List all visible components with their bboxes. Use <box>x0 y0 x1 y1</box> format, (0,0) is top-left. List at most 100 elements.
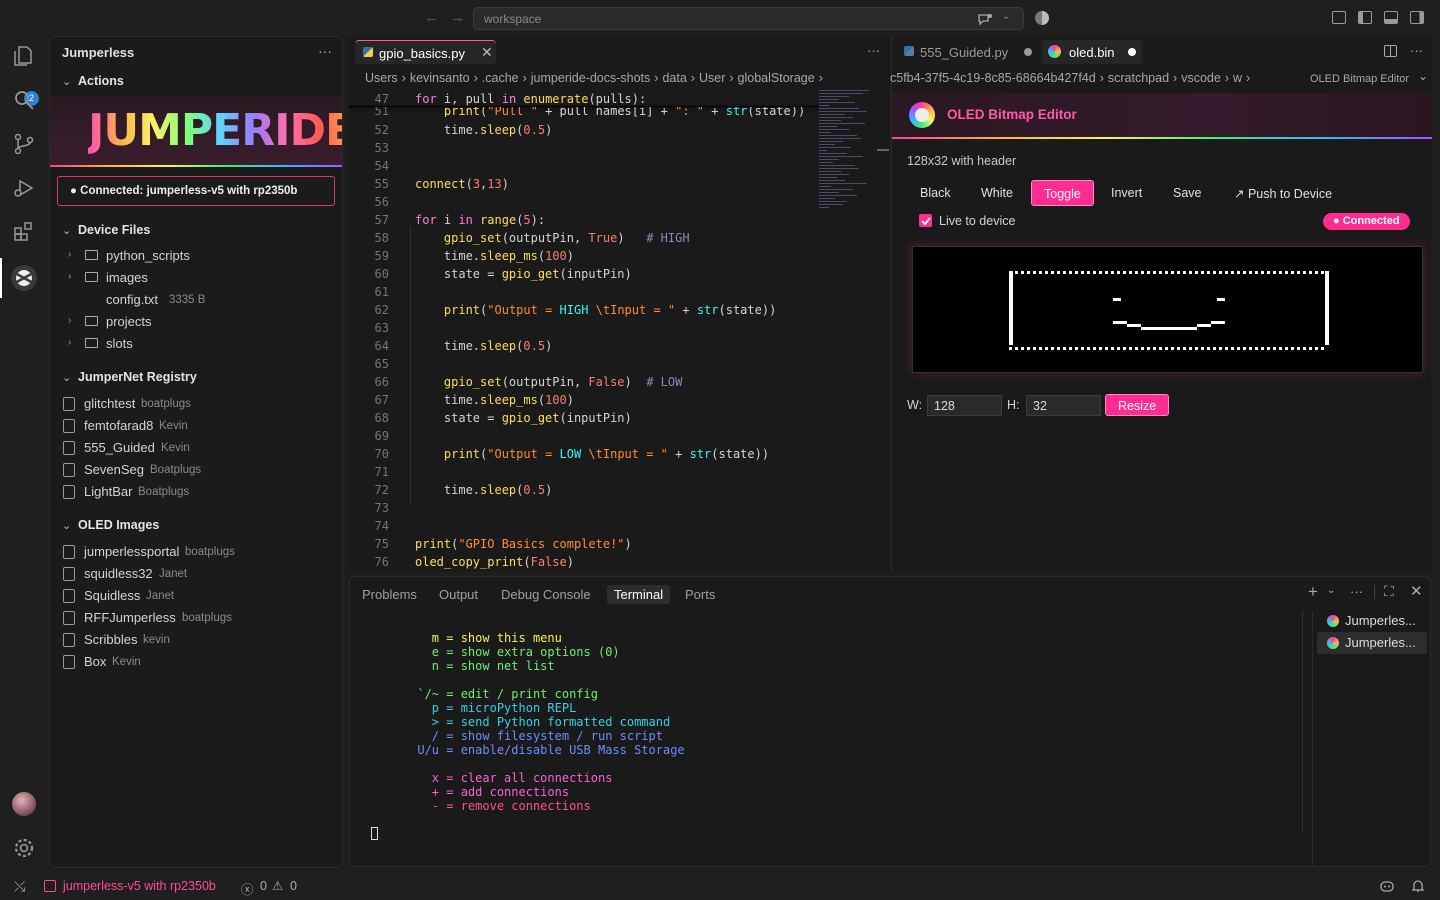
tab-problems[interactable]: Problems <box>355 585 424 604</box>
breadcrumb-item[interactable]: scratchpad <box>1108 71 1169 85</box>
warnings-icon[interactable]: ⚠ <box>272 878 283 893</box>
close-panel-icon[interactable]: ✕ <box>1410 582 1423 600</box>
forward-arrow-icon[interactable]: → <box>450 9 465 26</box>
save-button[interactable]: Save <box>1161 180 1214 206</box>
registry-item[interactable]: 555_Guided Kevin <box>50 437 342 459</box>
black-button[interactable]: Black <box>908 180 963 206</box>
remote-icon[interactable]: ⤯ <box>14 878 25 895</box>
gear-icon[interactable] <box>12 836 36 860</box>
more-actions-icon[interactable]: ··· <box>1350 584 1363 599</box>
oled-image-item[interactable]: jumperlessportal boatplugs <box>50 541 342 563</box>
minimap-line <box>819 123 865 124</box>
toggle-sidebar-icon[interactable] <box>1358 11 1372 24</box>
push-to-device-button[interactable]: ↗ Push to Device <box>1222 180 1344 206</box>
invert-button[interactable]: Invert <box>1099 180 1154 206</box>
oled-image-item[interactable]: Scribbles kevin <box>50 629 342 651</box>
live-checkbox[interactable] <box>919 214 932 227</box>
section-device-files[interactable]: ⌄ Device Files <box>50 220 342 242</box>
copilot-icon[interactable] <box>1379 879 1395 893</box>
maximize-panel-icon[interactable]: ⛶ <box>1384 583 1394 600</box>
height-input[interactable] <box>1026 395 1101 416</box>
oled-image-item[interactable]: Squidless Janet <box>50 585 342 607</box>
file-item[interactable]: config.txt 3335 B <box>50 289 342 311</box>
run-debug-icon[interactable] <box>12 176 36 200</box>
width-input[interactable] <box>927 395 1002 416</box>
tab-terminal[interactable]: Terminal <box>607 585 671 604</box>
source-control-icon[interactable] <box>12 132 36 156</box>
section-oled-images[interactable]: ⌄ OLED Images <box>50 515 342 537</box>
oled-image-icon <box>63 611 75 625</box>
split-editor-icon[interactable] <box>1384 45 1397 57</box>
chevron-down-icon[interactable]: ⌄ <box>1002 11 1010 22</box>
file-item[interactable]: › projects <box>50 311 342 333</box>
tab-oled-bin[interactable]: oled.bin <box>1042 40 1142 64</box>
breadcrumb-item[interactable]: kevinsanto <box>410 71 470 85</box>
file-item[interactable]: › images <box>50 267 342 289</box>
oled-image-item[interactable]: Box Kevin <box>50 651 342 673</box>
toggle-panel-icon[interactable] <box>1384 11 1398 24</box>
bell-icon[interactable] <box>1411 878 1425 893</box>
connection-status[interactable]: ● Connected: jumperless-v5 with rp2350b <box>57 176 335 206</box>
scroll-indicator[interactable] <box>877 149 889 151</box>
jumperless-icon <box>1327 615 1339 627</box>
close-icon[interactable]: ✕ <box>481 44 493 61</box>
registry-item[interactable]: LightBar Boatplugs <box>50 481 342 503</box>
breadcrumb-tail[interactable]: OLED Bitmap Editor <box>1310 73 1409 85</box>
errors-count[interactable]: 0 <box>260 879 267 893</box>
breadcrumb-item[interactable]: globalStorage <box>738 71 815 85</box>
jumperless-icon[interactable] <box>10 264 38 292</box>
account-avatar[interactable] <box>12 792 36 816</box>
breadcrumb-item[interactable]: data <box>662 71 686 85</box>
breadcrumb-item[interactable]: jumperide-docs-shots <box>531 71 651 85</box>
more-actions-icon[interactable]: ··· <box>318 43 332 59</box>
copilot-chat-icon[interactable] <box>977 12 993 26</box>
toggle-primary-sidebar-icon[interactable] <box>1332 11 1346 24</box>
terminal-instance-active[interactable]: Jumperles... <box>1317 632 1427 654</box>
add-terminal-icon[interactable]: + <box>1308 582 1318 602</box>
terminal-instance[interactable]: Jumperles... <box>1317 610 1427 632</box>
terminal-output[interactable]: m = show this menu e = show extra option… <box>374 631 684 813</box>
pixel-dot <box>1177 347 1180 350</box>
resize-button[interactable]: Resize <box>1105 394 1170 416</box>
breadcrumb-item[interactable]: .cache <box>482 71 519 85</box>
section-jumpernet-registry[interactable]: ⌄ JumperNet Registry <box>50 367 342 389</box>
toggle-button[interactable]: Toggle <box>1031 180 1094 206</box>
tab-debug-console[interactable]: Debug Console <box>494 585 598 604</box>
more-actions-icon[interactable]: ··· <box>867 43 880 58</box>
tab-555-guided[interactable]: 555_Guided.py <box>898 40 1038 64</box>
more-actions-icon[interactable]: ··· <box>1410 43 1423 58</box>
breadcrumb-item[interactable]: User <box>699 71 725 85</box>
breadcrumb-item[interactable]: w <box>1233 71 1242 85</box>
tab-output[interactable]: Output <box>432 585 485 604</box>
oled-bitmap-canvas[interactable] <box>912 246 1423 373</box>
errors-icon[interactable]: ⓧ <box>241 879 254 898</box>
file-item[interactable]: › slots <box>50 333 342 355</box>
command-center-search[interactable]: workspace ⌄ <box>473 7 1024 30</box>
oled-image-item[interactable]: RFFJumperless boatplugs <box>50 607 342 629</box>
explorer-icon[interactable] <box>12 44 36 68</box>
tab-gpio-basics[interactable]: gpio_basics.py ✕ <box>355 40 496 64</box>
breadcrumb-item[interactable]: Users <box>365 71 398 85</box>
registry-item[interactable]: SevenSeg Boatplugs <box>50 459 342 481</box>
pixel-dot <box>1129 347 1132 350</box>
tab-ports[interactable]: Ports <box>678 585 722 604</box>
breadcrumb-item[interactable]: c5fb4-37f5-4c19-8c85-68664b427f4d <box>890 71 1096 85</box>
chevron-down-icon[interactable]: ⌄ <box>1327 585 1335 596</box>
search-icon[interactable] <box>12 88 36 112</box>
back-arrow-icon[interactable]: ← <box>424 9 439 26</box>
registry-item[interactable]: femtofarad8 Kevin <box>50 415 342 437</box>
minimap-line <box>819 126 837 127</box>
device-status[interactable]: jumperless-v5 with rp2350b <box>63 879 216 893</box>
scrollbar-track[interactable] <box>1302 611 1303 831</box>
oled-image-item[interactable]: squidless32 Janet <box>50 563 342 585</box>
accounts-icon[interactable] <box>1034 10 1050 26</box>
toggle-secondary-sidebar-icon[interactable] <box>1410 11 1424 24</box>
warnings-count[interactable]: 0 <box>290 879 297 893</box>
registry-item[interactable]: glitchtest boatplugs <box>50 393 342 415</box>
minimap[interactable] <box>819 90 877 290</box>
breadcrumb-item[interactable]: vscode <box>1181 71 1221 85</box>
extensions-icon[interactable] <box>12 220 36 244</box>
section-actions[interactable]: ⌄ Actions <box>50 71 342 93</box>
file-item[interactable]: › python_scripts <box>50 245 342 267</box>
white-button[interactable]: White <box>969 180 1025 206</box>
